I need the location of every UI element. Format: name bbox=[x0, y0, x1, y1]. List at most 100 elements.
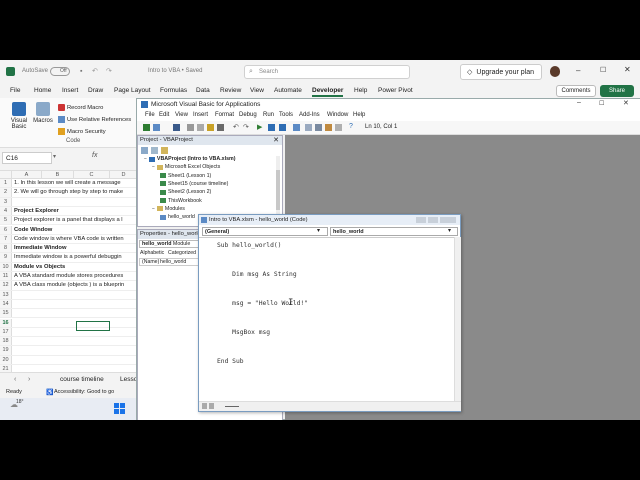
vbe-menu-view[interactable]: View bbox=[175, 112, 188, 118]
tree-item[interactable]: Sheet2 (Lesson 2) bbox=[160, 189, 211, 195]
excel-view-icon[interactable] bbox=[143, 124, 150, 131]
share-button[interactable]: Share bbox=[600, 85, 634, 97]
collapse-icon[interactable]: − bbox=[152, 206, 155, 212]
find-icon[interactable] bbox=[217, 124, 224, 131]
row-header[interactable]: 4 bbox=[0, 206, 12, 216]
vbe-menu-file[interactable]: File bbox=[145, 112, 155, 118]
name-box[interactable]: C16 bbox=[2, 152, 52, 164]
table-row[interactable]: 11 A VBA standard module stores procedure… bbox=[0, 272, 138, 282]
sheet-next-icon[interactable]: › bbox=[28, 376, 30, 383]
close-icon[interactable]: ✕ bbox=[624, 65, 631, 74]
macro-security-button[interactable]: Macro Security bbox=[58, 128, 106, 135]
relative-references-button[interactable]: Use Relative References bbox=[58, 116, 131, 123]
view-code-icon[interactable] bbox=[141, 147, 148, 154]
tree-item[interactable]: ThisWorkbook bbox=[160, 198, 202, 204]
worksheet-grid[interactable]: A B C D 1 1. In this lesson we will creat… bbox=[0, 170, 138, 398]
column-header-c[interactable]: C bbox=[74, 171, 110, 179]
autosave-toggle[interactable]: Off bbox=[50, 67, 70, 76]
table-row[interactable]: 8 Immediate Window bbox=[0, 244, 138, 254]
table-row[interactable]: 2 2. We will go through step by step to m… bbox=[0, 188, 138, 198]
row-header[interactable]: 5 bbox=[0, 216, 12, 225]
row-header[interactable]: 18 bbox=[0, 337, 12, 346]
table-row[interactable]: 17 bbox=[0, 327, 138, 338]
toggle-folders-icon[interactable] bbox=[161, 147, 168, 154]
search-box[interactable]: ⌕ Search bbox=[244, 65, 410, 79]
reset-icon[interactable] bbox=[279, 124, 286, 131]
horizontal-scroll-thumb[interactable] bbox=[225, 406, 239, 407]
row-header[interactable]: 8 bbox=[0, 244, 12, 253]
code-close-icon[interactable] bbox=[440, 217, 456, 223]
table-row[interactable]: 15 bbox=[0, 309, 138, 319]
column-header-a[interactable]: A bbox=[12, 171, 42, 179]
sheet-tab-course-timeline[interactable]: course timeline bbox=[60, 376, 104, 383]
table-row[interactable]: 3 bbox=[0, 197, 138, 207]
cell-text[interactable]: A VBA standard module stores procedures bbox=[14, 272, 123, 281]
tree-item[interactable]: − Microsoft Excel Objects bbox=[152, 164, 220, 170]
tab-page-layout[interactable]: Page Layout bbox=[114, 87, 151, 94]
namebox-dropdown-icon[interactable]: ▾ bbox=[53, 153, 56, 160]
procedure-combo[interactable]: hello_world bbox=[330, 227, 458, 236]
code-line[interactable]: Dim msg As String bbox=[217, 271, 296, 278]
fx-button[interactable]: fx bbox=[92, 152, 97, 159]
macros-button[interactable]: Macros bbox=[32, 102, 54, 124]
row-header[interactable]: 11 bbox=[0, 272, 12, 281]
row-header[interactable]: 19 bbox=[0, 346, 12, 355]
record-macro-button[interactable]: Record Macro bbox=[58, 104, 103, 111]
collapse-icon[interactable]: − bbox=[144, 156, 147, 162]
cell-text[interactable]: Code Window bbox=[14, 226, 52, 235]
tab-formulas[interactable]: Formulas bbox=[160, 87, 187, 94]
row-header[interactable]: 17 bbox=[0, 327, 12, 337]
code-minimize-icon[interactable] bbox=[416, 217, 426, 223]
project-explorer-close-icon[interactable]: ✕ bbox=[273, 136, 279, 145]
code-line[interactable]: End Sub bbox=[217, 358, 244, 365]
tree-item[interactable]: Sheet1 (Lesson 1) bbox=[160, 173, 211, 179]
cell-text[interactable]: Project Explorer bbox=[14, 207, 59, 216]
tab-draw[interactable]: Draw bbox=[88, 87, 103, 94]
row-header[interactable]: 16 bbox=[0, 318, 12, 327]
tree-item[interactable]: − VBAProject (Intro to VBA.xlsm) bbox=[144, 156, 236, 162]
minimize-icon[interactable]: – bbox=[576, 66, 580, 75]
code-vertical-scrollbar[interactable] bbox=[454, 237, 461, 401]
tab-power-pivot[interactable]: Power Pivot bbox=[378, 87, 413, 94]
project-explorer-icon[interactable] bbox=[305, 124, 312, 131]
tree-item[interactable]: Sheet15 (course timeline) bbox=[160, 181, 228, 187]
help-icon[interactable]: ? bbox=[349, 123, 353, 130]
tab-help[interactable]: Help bbox=[354, 87, 367, 94]
full-module-view-icon[interactable] bbox=[209, 403, 214, 409]
visual-basic-button[interactable]: Visual Basic bbox=[8, 102, 30, 130]
table-row[interactable]: 13 bbox=[0, 290, 138, 300]
procedure-combo-dropdown-icon[interactable]: ▾ bbox=[448, 227, 451, 234]
row-header[interactable]: 9 bbox=[0, 253, 12, 262]
vbe-menu-debug[interactable]: Debug bbox=[239, 112, 257, 118]
collapse-icon[interactable]: − bbox=[152, 164, 155, 170]
cell-text[interactable]: Immediate Window bbox=[14, 244, 66, 253]
row-header[interactable]: 2 bbox=[0, 188, 12, 197]
column-header-b[interactable]: B bbox=[42, 171, 74, 179]
table-row[interactable]: 7 Code window is where VBA code is writte… bbox=[0, 234, 138, 245]
table-row[interactable]: 4 Project Explorer bbox=[0, 206, 138, 217]
cut-icon[interactable] bbox=[187, 124, 194, 131]
vbe-menu-run[interactable]: Run bbox=[263, 112, 274, 118]
cell-text[interactable]: 1. In this lesson we will create a messa… bbox=[14, 179, 121, 188]
table-row[interactable]: 16 bbox=[0, 318, 138, 328]
row-header[interactable]: 20 bbox=[0, 355, 12, 364]
row-header[interactable]: 10 bbox=[0, 262, 12, 271]
vbe-close-icon[interactable]: ✕ bbox=[623, 99, 629, 107]
object-combo-dropdown-icon[interactable]: ▾ bbox=[317, 227, 320, 234]
vbe-maximize-icon[interactable]: ☐ bbox=[599, 100, 604, 107]
upgrade-plan-button[interactable]: ◇ Upgrade your plan bbox=[460, 64, 542, 80]
document-title[interactable]: Intro to VBA • Saved bbox=[148, 68, 202, 74]
row-header[interactable]: 1 bbox=[0, 179, 12, 188]
properties-icon[interactable] bbox=[315, 124, 322, 131]
object-browser-icon[interactable] bbox=[325, 124, 332, 131]
comments-button[interactable]: Comments bbox=[556, 85, 596, 97]
row-header[interactable]: 7 bbox=[0, 234, 12, 244]
save-icon[interactable] bbox=[173, 124, 180, 131]
tree-item[interactable]: hello_world bbox=[160, 214, 195, 220]
undo-icon[interactable]: ↶ bbox=[233, 123, 239, 131]
cell-text[interactable]: Immediate window is a powerful debuggin bbox=[14, 253, 122, 262]
vbe-menu-addins[interactable]: Add-Ins bbox=[299, 112, 320, 118]
table-row[interactable]: 5 Project explorer is a panel that displa… bbox=[0, 216, 138, 226]
table-row[interactable]: 10 Module vs Objects bbox=[0, 262, 138, 272]
table-row[interactable]: 18 bbox=[0, 337, 138, 347]
